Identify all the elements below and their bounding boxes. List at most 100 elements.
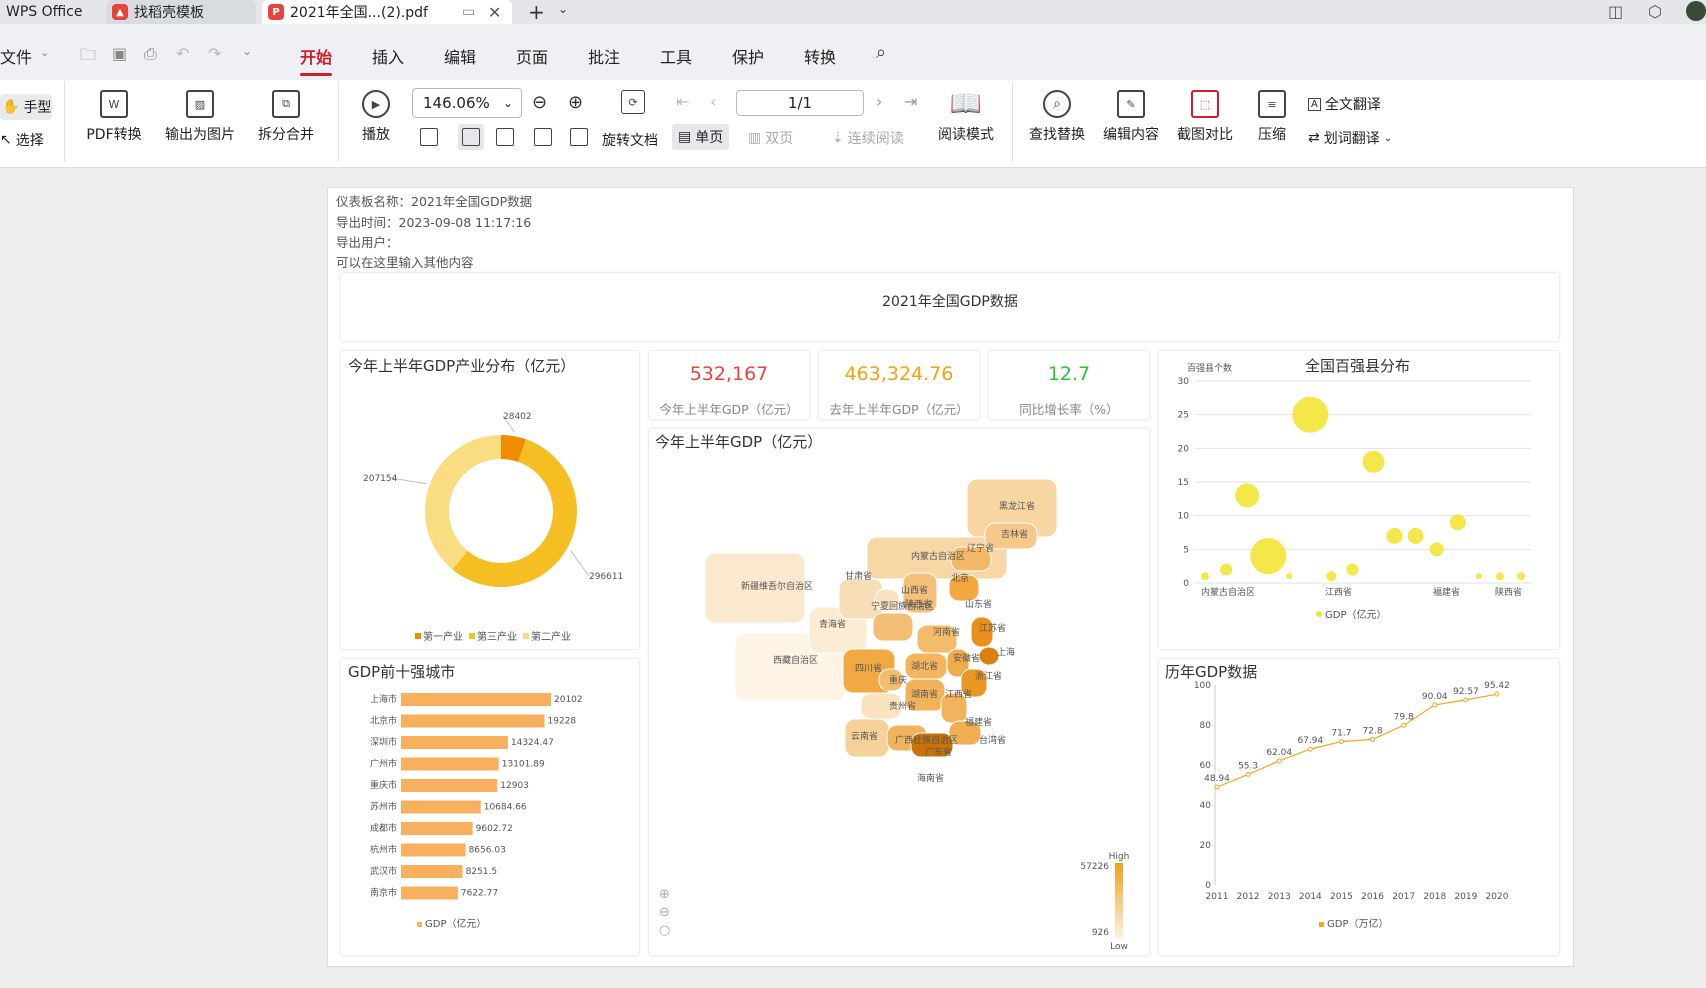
bar-category-label: 北京市: [370, 715, 397, 727]
menu-page[interactable]: 页面: [516, 44, 548, 68]
cursor-icon: ↖: [0, 132, 12, 148]
fit-width-icon[interactable]: [496, 128, 514, 146]
redo-icon[interactable]: ↷: [208, 44, 221, 63]
map-region-label: 内蒙古自治区: [911, 550, 965, 562]
avatar[interactable]: [1686, 1, 1706, 21]
compress-icon: ≡: [1258, 90, 1286, 118]
first-page-icon[interactable]: ⇤: [676, 92, 689, 111]
save-icon[interactable]: ▣: [112, 44, 127, 63]
menu-annotate[interactable]: 批注: [588, 44, 620, 68]
close-tab-icon[interactable]: ✕: [488, 3, 501, 22]
line-value-label: 92.57: [1453, 687, 1479, 697]
menu-file[interactable]: 文件: [0, 44, 32, 68]
rotate-left-icon[interactable]: [534, 128, 552, 146]
menu-protect[interactable]: 保护: [732, 44, 764, 68]
word-translate-button[interactable]: ⇄ 划词翻译 ⌄: [1308, 128, 1392, 148]
single-page-button[interactable]: ▤ 单页: [672, 124, 730, 150]
menu-tools[interactable]: 工具: [660, 44, 692, 68]
line-chart: 0 20 40 60 80 100 48.94 2011 55.3 2012 62.04 2013 67…: [1194, 681, 1510, 930]
book-icon: 📖: [949, 89, 983, 119]
scatter-point: [1201, 572, 1209, 581]
pdf-convert-button[interactable]: W PDF转换: [78, 90, 150, 144]
zoom-out-icon[interactable]: ⊖: [532, 92, 547, 113]
rotate-document-button[interactable]: ⟳: [602, 90, 664, 114]
line-point: [1214, 784, 1220, 790]
fit-page-icon[interactable]: [458, 124, 484, 150]
cube-icon[interactable]: ⬡: [1648, 2, 1662, 21]
legend-swatch: [1319, 922, 1324, 927]
tab-wps-office[interactable]: WPS Office: [0, 0, 104, 24]
map-region: [978, 646, 1000, 666]
edit-content-button[interactable]: ✎ 编辑内容: [1098, 90, 1164, 144]
bar: [401, 822, 473, 835]
donut-label: 28402: [503, 412, 532, 422]
legend-swatch: [523, 633, 529, 639]
menu-edit[interactable]: 编辑: [444, 44, 476, 68]
map-region-label: 广东省: [925, 746, 952, 758]
map-legend-bar: [1115, 863, 1123, 939]
continuous-read-button[interactable]: ⇣ 连续阅读: [832, 128, 904, 148]
x-tick-label: 2020: [1486, 892, 1509, 902]
tab-dropdown-icon[interactable]: ⌄: [558, 2, 568, 16]
bar-chart: 上海市 20102 北京市 19228 深圳市 14324.47 广州市 13101.89 重庆…: [370, 693, 583, 930]
x-tick-label: 福建省: [1433, 586, 1460, 598]
next-page-icon[interactable]: ›: [876, 92, 882, 111]
undo-icon[interactable]: ↶: [176, 44, 189, 63]
open-folder-icon[interactable]: 🗀: [80, 44, 96, 71]
tab-template[interactable]: ▲ 找稻壳模板: [106, 0, 256, 24]
new-tab-icon[interactable]: +: [528, 0, 545, 24]
bar-value-label: 9602.72: [476, 824, 513, 834]
actual-size-icon[interactable]: [420, 128, 438, 146]
x-tick-label: 2013: [1268, 892, 1291, 902]
hand-tool-button[interactable]: ✋ 手型: [0, 94, 52, 120]
monitor-icon[interactable]: ▭: [462, 4, 475, 20]
scatter-point: [1326, 571, 1337, 582]
split-merge-button[interactable]: ⧉ 拆分合并: [248, 90, 324, 144]
compress-button[interactable]: ≡ 压缩: [1250, 90, 1294, 144]
more-dropdown-icon[interactable]: ⌄: [242, 44, 252, 58]
bar-value-label: 8656.03: [469, 846, 506, 856]
zoom-in-icon[interactable]: ⊕: [568, 92, 583, 113]
kpi-last-gdp: 463,324.76 去年上半年GDP（亿元）: [818, 350, 980, 420]
tab-label: 2021年全国...(2).pdf: [290, 5, 428, 21]
pdf-to-word-icon: W: [100, 90, 128, 118]
legend-swatch: [469, 633, 475, 639]
read-mode-button[interactable]: 📖 阅读模式: [934, 89, 998, 144]
line-value-label: 71.7: [1331, 729, 1351, 739]
print-icon[interactable]: ⎙: [144, 44, 157, 64]
file-dropdown-icon[interactable]: ⌄: [40, 46, 49, 59]
export-image-button[interactable]: ▨ 输出为图片: [160, 90, 240, 144]
bar: [401, 886, 458, 900]
zoom-select[interactable]: 146.06% ⌄: [412, 88, 522, 118]
meta-export-user: 导出用户：: [336, 235, 399, 250]
search-icon[interactable]: ⌕: [876, 42, 886, 63]
full-translate-button[interactable]: A 全文翻译: [1308, 94, 1381, 114]
screenshot-compare-button[interactable]: ⬚ 截图对比: [1172, 90, 1238, 144]
legend-swatch: [1316, 611, 1322, 617]
line-value-label: 79.8: [1394, 712, 1414, 722]
bar: [401, 693, 551, 706]
bar-category-label: 广州市: [370, 758, 397, 770]
page-number-input[interactable]: 1/1: [736, 90, 864, 116]
bar-category-label: 上海市: [370, 693, 397, 705]
map-zoom-out-icon[interactable]: ⊖: [659, 905, 670, 920]
find-replace-button[interactable]: ⌕ 查找替换: [1024, 90, 1090, 144]
play-button[interactable]: ▶ 播放: [354, 90, 398, 144]
map-region-label: 江苏省: [979, 622, 1006, 634]
menu-insert[interactable]: 插入: [372, 44, 404, 68]
map-reset-icon[interactable]: ○: [659, 923, 670, 938]
scatter-point: [1517, 572, 1525, 581]
double-page-button[interactable]: ▥ 双页: [748, 128, 793, 148]
select-tool-button[interactable]: ↖ 选择: [0, 130, 44, 150]
prev-page-icon[interactable]: ‹: [710, 92, 716, 111]
menu-convert[interactable]: 转换: [804, 44, 836, 68]
map-zoom-in-icon[interactable]: ⊕: [659, 887, 670, 902]
last-page-icon[interactable]: ⇥: [904, 92, 917, 111]
tab-pdf[interactable]: P 2021年全国...(2).pdf ▭ ✕: [262, 0, 512, 24]
menu-home[interactable]: 开始: [300, 44, 333, 76]
bar-value-label: 13101.89: [502, 760, 545, 770]
rotate-right-icon[interactable]: [570, 128, 588, 146]
map-title: 今年上半年GDP（亿元）: [655, 433, 823, 451]
split-merge-icon: ⧉: [272, 90, 300, 118]
layout-icon[interactable]: ◫: [1608, 2, 1623, 21]
